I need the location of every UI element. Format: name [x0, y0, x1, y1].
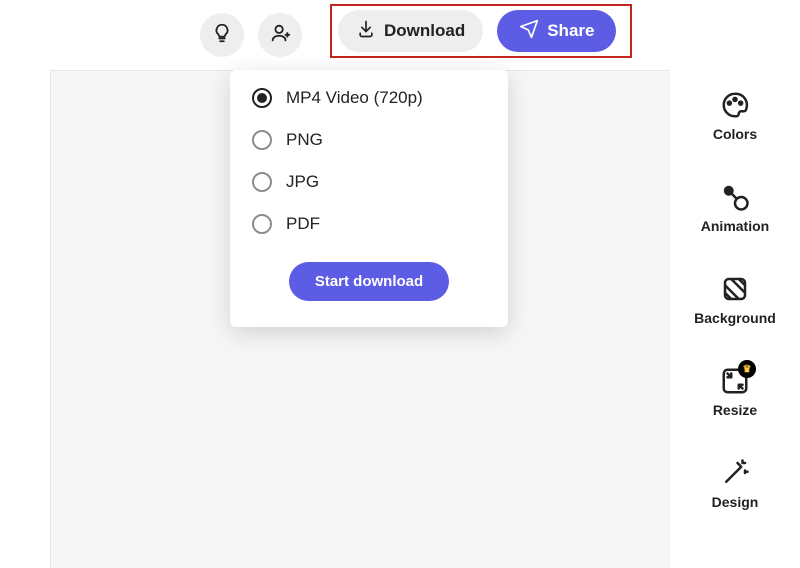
format-label: MP4 Video (720p) [286, 88, 423, 108]
send-icon [519, 19, 539, 44]
background-icon [720, 274, 750, 304]
download-button[interactable]: Download [338, 10, 483, 52]
premium-crown-icon: ♛ [738, 360, 756, 378]
rail-label: Resize [713, 402, 757, 418]
download-icon [356, 19, 376, 44]
download-format-menu: MP4 Video (720p) PNG JPG PDF Start downl… [230, 70, 508, 327]
rail-label: Background [694, 310, 776, 326]
radio-icon [252, 130, 272, 150]
share-button[interactable]: Share [497, 10, 616, 52]
format-option-pdf[interactable]: PDF [252, 214, 486, 234]
magic-wand-icon [720, 458, 750, 488]
animation-icon [720, 182, 750, 212]
rail-item-background[interactable]: Background [680, 274, 790, 326]
format-option-mp4[interactable]: MP4 Video (720p) [252, 88, 486, 108]
format-label: PDF [286, 214, 320, 234]
format-label: PNG [286, 130, 323, 150]
rail-item-resize[interactable]: ♛ Resize [680, 366, 790, 418]
format-option-png[interactable]: PNG [252, 130, 486, 150]
rail-item-animation[interactable]: Animation [680, 182, 790, 234]
palette-icon [720, 90, 750, 120]
rail-item-design[interactable]: Design [680, 458, 790, 510]
hint-button[interactable] [200, 13, 244, 57]
radio-icon [252, 172, 272, 192]
format-option-jpg[interactable]: JPG [252, 172, 486, 192]
radio-icon [252, 88, 272, 108]
radio-icon [252, 214, 272, 234]
download-label: Download [384, 21, 465, 41]
invite-button[interactable] [258, 13, 302, 57]
rail-item-colors[interactable]: Colors [680, 90, 790, 142]
rail-label: Colors [713, 126, 757, 142]
resize-icon: ♛ [720, 366, 750, 396]
format-label: JPG [286, 172, 319, 192]
right-rail: Colors Animation Background ♛ Resize [680, 90, 790, 510]
start-download-label: Start download [315, 273, 423, 290]
add-person-icon [269, 22, 291, 49]
rail-label: Animation [701, 218, 769, 234]
highlight-annotation: Download Share [330, 4, 632, 58]
start-download-button[interactable]: Start download [289, 262, 449, 301]
rail-label: Design [712, 494, 759, 510]
lightbulb-icon [211, 22, 233, 49]
share-label: Share [547, 21, 594, 41]
top-toolbar [200, 8, 302, 62]
